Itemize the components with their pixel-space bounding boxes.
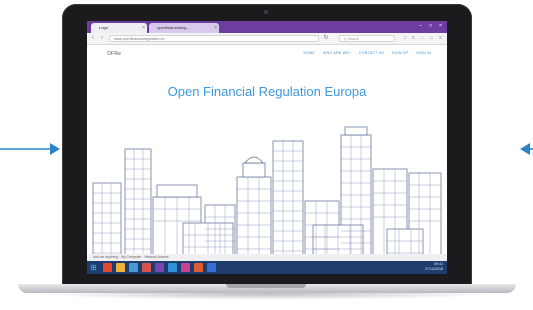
back-icon[interactable]: ‹ [90, 35, 96, 41]
laptop-screen: Logo × openfinancialreg... × – □ × ‹ › w… [87, 21, 447, 274]
browser-tab-bar: Logo × openfinancialreg... × – □ × [87, 21, 447, 33]
nav-sign-in[interactable]: SIGN IN [416, 51, 431, 55]
laptop-lid: Logo × openfinancialreg... × – □ × ‹ › w… [62, 4, 472, 286]
taskbar: ⊞ 09:41 27/10/2016 [87, 261, 447, 274]
right-arrow-icon [520, 143, 533, 155]
download-icon[interactable]: ↓ [421, 35, 426, 41]
minimize-icon[interactable]: – [417, 23, 424, 29]
nav-contact-us[interactable]: CONTACT US [359, 51, 384, 55]
app-taskbar-icon[interactable] [194, 263, 203, 272]
close-icon[interactable]: × [214, 23, 217, 33]
left-arrow-icon [0, 143, 60, 155]
edge-taskbar-icon[interactable] [129, 263, 138, 272]
forward-icon[interactable]: › [99, 35, 105, 41]
maximize-icon[interactable]: □ [427, 23, 434, 29]
refresh-icon[interactable]: ↻ [323, 35, 329, 41]
close-window-icon[interactable]: × [437, 23, 444, 29]
window-controls: – □ × [417, 23, 444, 29]
nav-who-are-we[interactable]: WHO ARE WE? [323, 51, 351, 55]
browser-nav-bar: ‹ › www.openfinancialregulation.eu ↻ Q S… [87, 33, 447, 45]
bookmarks-icon[interactable]: ≡ [412, 35, 417, 41]
system-tray[interactable]: 09:41 27/10/2016 [425, 262, 443, 272]
windows-start-icon[interactable]: ⊞ [89, 263, 98, 272]
firefox-taskbar-icon[interactable] [155, 263, 164, 272]
webcam [264, 10, 268, 14]
home-icon[interactable]: ⌂ [430, 35, 435, 41]
browser-tab-active[interactable]: openfinancialreg... × [149, 23, 219, 33]
tab-label: Logo [99, 25, 108, 30]
folder-taskbar-icon[interactable] [116, 263, 125, 272]
taskbar-search[interactable]: Ask me anything · My Computer · Network … [87, 254, 447, 261]
tab-label: openfinancialreg... [157, 25, 190, 30]
nav-home[interactable]: HOME [303, 51, 315, 55]
menu-icon[interactable]: ≡ [439, 35, 444, 41]
star-icon[interactable]: ☆ [403, 35, 408, 41]
site-logo[interactable]: OFRe [107, 51, 121, 57]
browser-toolbar: ☆ ≡ ↓ ⌂ ≡ [403, 35, 444, 41]
laptop-opening-notch [226, 284, 306, 288]
url-bar[interactable]: www.openfinancialregulation.eu [109, 35, 319, 42]
app-taskbar-icon[interactable] [207, 263, 216, 272]
app-taskbar-icon[interactable] [142, 263, 151, 272]
app-taskbar-icon[interactable] [168, 263, 177, 272]
tray-date: 27/10/2016 [425, 267, 443, 271]
browser-taskbar-icon[interactable] [103, 263, 112, 272]
close-icon[interactable]: × [142, 23, 145, 33]
website: OFRe HOME WHO ARE WE? CONTACT US SIGN UP… [87, 45, 447, 261]
hero-title: Open Financial Regulation Europa [167, 84, 367, 99]
site-nav: HOME WHO ARE WE? CONTACT US SIGN UP SIGN… [303, 51, 431, 55]
search-input[interactable]: Q Search [339, 35, 395, 42]
nav-sign-up[interactable]: SIGN UP [392, 51, 408, 55]
browser-tab[interactable]: Logo × [91, 23, 147, 33]
city-skyline-illustration [92, 126, 442, 261]
app-taskbar-icon[interactable] [181, 263, 190, 272]
